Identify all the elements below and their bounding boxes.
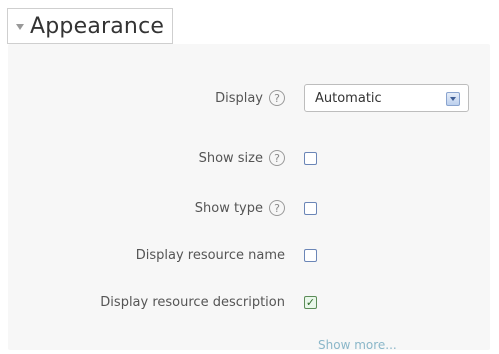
help-icon[interactable]: ? [269,150,285,166]
display-resource-description-control: ✓ [304,288,317,316]
label-wrap-display: Display ? [215,84,285,112]
display-label: Display [215,90,263,106]
row-show-type: Show type ? ✓ [0,194,499,222]
display-select-value: Automatic [315,90,382,106]
label-wrap-display-resource-description: Display resource description [100,288,285,316]
label-wrap-show-type: Show type ? [195,194,285,222]
help-icon[interactable]: ? [269,90,285,106]
show-more-link[interactable]: Show more... [318,338,397,352]
chevron-down-icon[interactable] [446,92,460,106]
label-wrap-show-size: Show size ? [199,144,285,172]
row-display: Display ? Automatic [0,84,499,112]
show-size-control: ✓ [304,144,317,172]
display-resource-name-checkbox[interactable]: ✓ [304,248,317,262]
row-display-resource-description: Display resource description ✓ [0,288,499,316]
display-resource-description-checkbox[interactable]: ✓ [304,295,317,309]
display-resource-description-label: Display resource description [100,294,285,310]
row-display-resource-name: Display resource name ✓ [0,241,499,269]
show-size-checkbox[interactable]: ✓ [304,151,317,165]
display-resource-name-control: ✓ [304,241,317,269]
check-icon: ✓ [305,295,316,309]
display-control: Automatic [304,84,469,112]
label-wrap-display-resource-name: Display resource name [136,241,285,269]
show-type-label: Show type [194,200,263,216]
display-resource-name-label: Display resource name [135,247,285,263]
display-select[interactable]: Automatic [304,84,469,112]
caret-down-icon [16,24,24,30]
page: Appearance Display ? Automatic Show size… [0,0,499,354]
show-size-label: Show size [198,150,263,166]
show-type-checkbox[interactable]: ✓ [304,201,317,215]
row-show-size: Show size ? ✓ [0,144,499,172]
appearance-section-header[interactable]: Appearance [7,8,174,44]
help-icon[interactable]: ? [269,200,285,216]
show-type-control: ✓ [304,194,317,222]
section-title: Appearance [30,13,165,39]
